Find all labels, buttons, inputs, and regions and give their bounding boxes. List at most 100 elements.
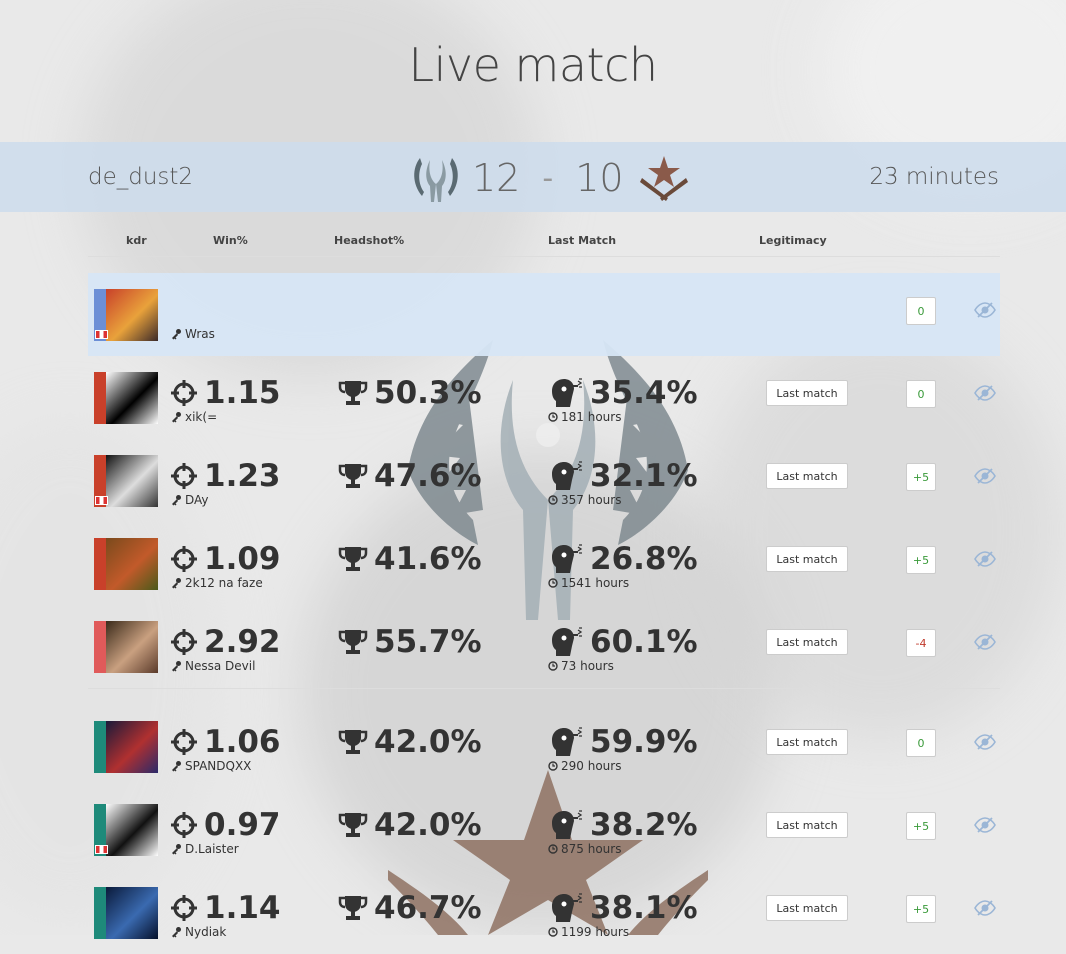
headshot-value: 59.9% bbox=[590, 724, 698, 760]
hours-played: 1199 hours bbox=[548, 925, 629, 939]
legitimacy-badge[interactable]: +5 bbox=[906, 546, 936, 574]
win-stat: 47.6% bbox=[338, 458, 482, 494]
header-headshot: Headshot% bbox=[334, 234, 405, 247]
player-avatar-group bbox=[94, 721, 158, 773]
team-divider bbox=[88, 688, 1000, 689]
steam-key-icon bbox=[172, 329, 181, 340]
avatar[interactable] bbox=[106, 721, 158, 773]
legitimacy-badge[interactable]: 0 bbox=[906, 729, 936, 757]
legitimacy-badge[interactable]: 0 bbox=[906, 297, 936, 325]
hours-played: 875 hours bbox=[548, 842, 621, 856]
win-value: 41.6% bbox=[374, 541, 482, 577]
player-avatar-group bbox=[94, 887, 158, 939]
headshot-stat: 26.8% bbox=[548, 541, 698, 577]
headshot-stat: 38.1% bbox=[548, 890, 698, 926]
headshot-value: 38.2% bbox=[590, 807, 698, 843]
legitimacy-badge[interactable]: +5 bbox=[906, 463, 936, 491]
clock-icon bbox=[548, 495, 558, 505]
last-match-button[interactable]: Last match bbox=[766, 895, 848, 921]
clock-icon bbox=[548, 661, 558, 671]
avatar[interactable] bbox=[106, 804, 158, 856]
last-match-button[interactable]: Last match bbox=[766, 729, 848, 755]
eye-slash-icon[interactable] bbox=[974, 551, 996, 567]
steam-key-icon bbox=[172, 578, 181, 589]
avatar[interactable] bbox=[106, 372, 158, 424]
avatar[interactable] bbox=[106, 289, 158, 341]
steam-key-icon bbox=[172, 761, 181, 772]
eye-slash-icon[interactable] bbox=[974, 634, 996, 650]
headshot-value: 35.4% bbox=[590, 375, 698, 411]
kdr-value: 1.15 bbox=[204, 375, 281, 411]
trophy-icon bbox=[338, 547, 368, 571]
player-row: 2.92 55.7% 60.1% 73 hours Last match Nessa De… bbox=[88, 605, 1000, 688]
trophy-icon bbox=[338, 896, 368, 920]
map-name: de_dust2 bbox=[88, 164, 194, 190]
headshot-value: 38.1% bbox=[590, 890, 698, 926]
hours-value: 181 hours bbox=[561, 410, 622, 424]
player-name[interactable]: Nessa Devil bbox=[170, 659, 255, 673]
eye-slash-icon[interactable] bbox=[974, 468, 996, 484]
hours-played: 73 hours bbox=[548, 659, 614, 673]
eye-slash-icon[interactable] bbox=[974, 302, 996, 318]
last-match-button[interactable]: Last match bbox=[766, 463, 848, 489]
player-avatar-group bbox=[94, 372, 158, 424]
player-name[interactable]: DAy bbox=[170, 493, 209, 507]
kdr-value: 1.09 bbox=[204, 541, 281, 577]
player-avatar-group bbox=[94, 804, 158, 856]
score-separator: - bbox=[542, 160, 554, 196]
kdr-stat: 1.14 bbox=[170, 890, 281, 926]
last-match-button[interactable]: Last match bbox=[766, 812, 848, 838]
hours-value: 357 hours bbox=[561, 493, 622, 507]
player-name[interactable]: SPANDQXX bbox=[170, 759, 251, 773]
eye-slash-icon[interactable] bbox=[974, 900, 996, 916]
win-value: 50.3% bbox=[374, 375, 482, 411]
crosshair-icon bbox=[171, 380, 197, 406]
crosshair-icon bbox=[171, 729, 197, 755]
player-name[interactable]: xik(= bbox=[170, 410, 217, 424]
player-avatar-group bbox=[94, 538, 158, 590]
crosshair-icon bbox=[171, 895, 197, 921]
win-stat: 41.6% bbox=[338, 541, 482, 577]
hours-played: 357 hours bbox=[548, 493, 621, 507]
eye-slash-icon[interactable] bbox=[974, 734, 996, 750]
player-row: 0.97 42.0% 38.2% 875 hours Last match D.Laist… bbox=[88, 788, 1000, 871]
steam-key-icon bbox=[172, 927, 181, 938]
crosshair-icon bbox=[171, 812, 197, 838]
header-last-match: Last Match bbox=[548, 234, 617, 247]
headshot-value: 26.8% bbox=[590, 541, 698, 577]
avatar[interactable] bbox=[106, 887, 158, 939]
kdr-stat: 1.15 bbox=[170, 375, 281, 411]
legitimacy-badge[interactable]: +5 bbox=[906, 812, 936, 840]
avatar[interactable] bbox=[106, 621, 158, 673]
player-name[interactable]: Wras bbox=[170, 327, 215, 341]
player-name[interactable]: D.Laister bbox=[170, 842, 239, 856]
hours-value: 290 hours bbox=[561, 759, 622, 773]
eye-slash-icon[interactable] bbox=[974, 817, 996, 833]
header-legitimacy: Legitimacy bbox=[759, 234, 827, 247]
player-name-label: Nessa Devil bbox=[185, 659, 256, 673]
score-bar: de_dust2 12 - 10 23 minutes bbox=[0, 142, 1066, 212]
avatar[interactable] bbox=[106, 455, 158, 507]
player-avatar-group bbox=[94, 621, 158, 673]
player-avatar-group bbox=[94, 455, 158, 507]
table-header: kdr Win% Headshot% Last Match Legitimacy bbox=[88, 234, 1000, 257]
player-name[interactable]: 2k12 na faze bbox=[170, 576, 263, 590]
steam-key-icon bbox=[172, 412, 181, 423]
win-stat: 42.0% bbox=[338, 724, 482, 760]
country-flag-icon bbox=[95, 496, 108, 505]
legitimacy-badge[interactable]: 0 bbox=[906, 380, 936, 408]
headshot-stat: 32.1% bbox=[548, 458, 698, 494]
legitimacy-badge[interactable]: -4 bbox=[906, 629, 936, 657]
legitimacy-badge[interactable]: +5 bbox=[906, 895, 936, 923]
headshot-stat: 38.2% bbox=[548, 807, 698, 843]
player-name[interactable]: Nydiak bbox=[170, 925, 226, 939]
last-match-button[interactable]: Last match bbox=[766, 546, 848, 572]
last-match-button[interactable]: Last match bbox=[766, 380, 848, 406]
t-score: 10 bbox=[575, 156, 624, 200]
player-row: 1.14 46.7% 38.1% 1199 hours Last match Nydiak… bbox=[88, 871, 1000, 954]
last-match-button[interactable]: Last match bbox=[766, 629, 848, 655]
avatar[interactable] bbox=[106, 538, 158, 590]
trophy-icon bbox=[338, 813, 368, 837]
headshot-icon bbox=[552, 627, 583, 656]
eye-slash-icon[interactable] bbox=[974, 385, 996, 401]
